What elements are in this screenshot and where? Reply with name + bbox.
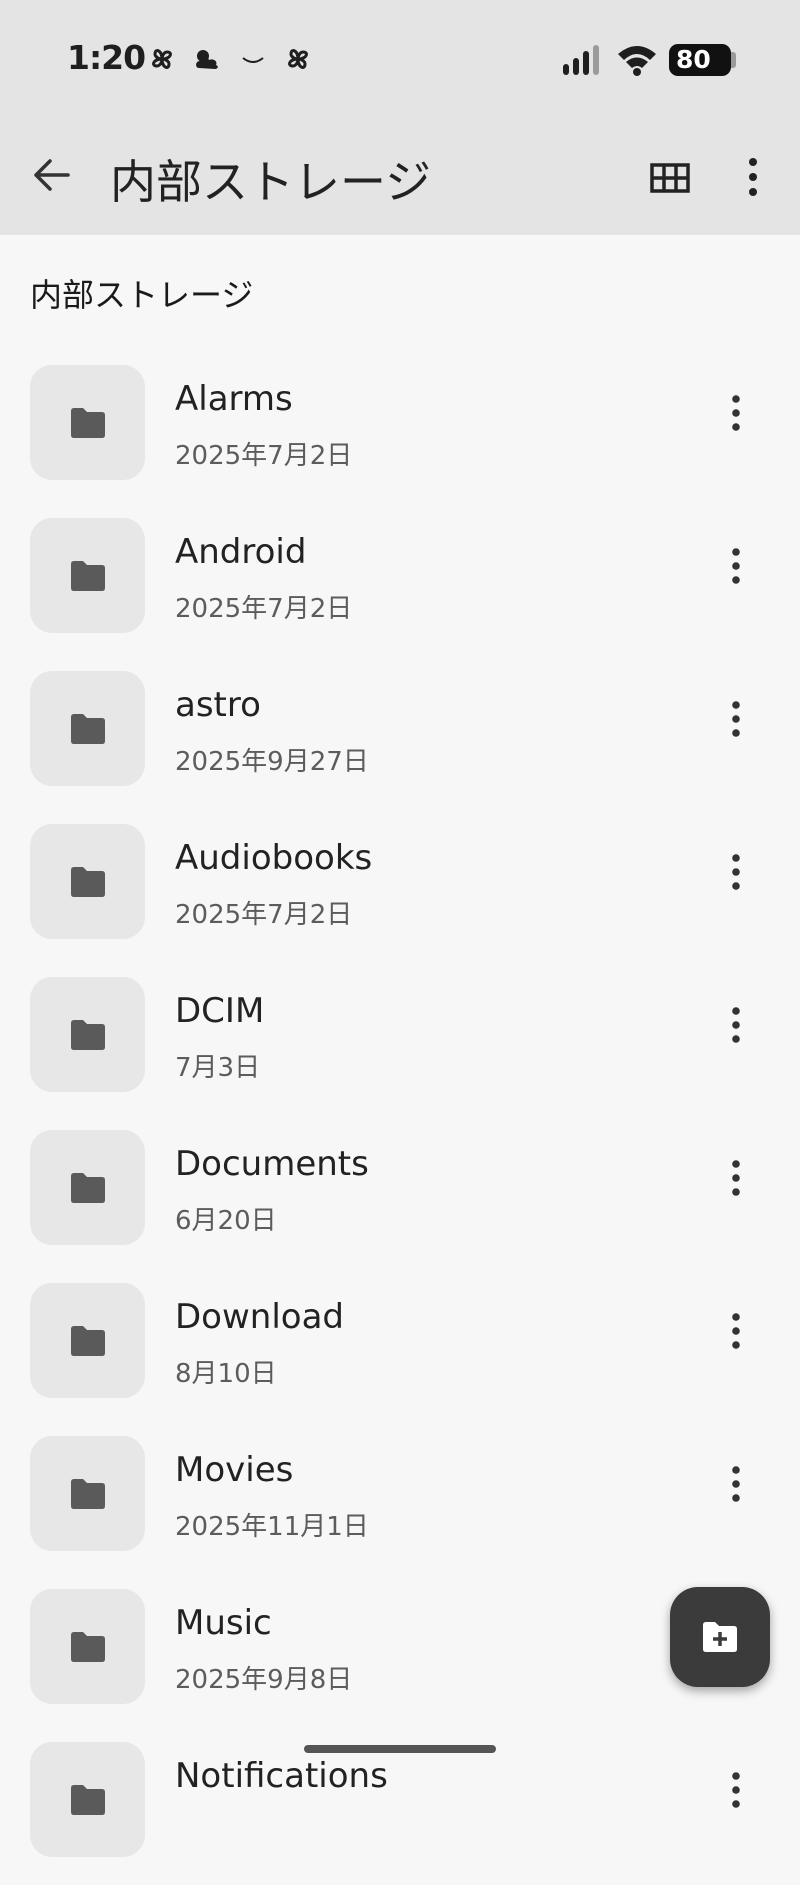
folder-date: 2025年7月2日 (175, 441, 353, 471)
folder-row[interactable]: Download 8月10日 (0, 1273, 800, 1426)
smile-icon (242, 57, 264, 63)
more-vert-icon[interactable] (722, 852, 750, 892)
folder-thumbnail (30, 518, 145, 633)
folder-icon (71, 1479, 105, 1509)
folder-name: Download (175, 1297, 345, 1337)
folder-icon (71, 714, 105, 744)
folder-name: Documents (175, 1144, 369, 1184)
cloud-icon (196, 50, 218, 69)
more-vert-icon[interactable] (733, 154, 773, 200)
folder-icon (71, 1326, 105, 1356)
folder-date: 7月3日 (175, 1053, 261, 1083)
folder-row[interactable]: Documents 6月20日 (0, 1120, 800, 1273)
folder-date: 2025年7月2日 (175, 594, 353, 624)
folder-thumbnail (30, 365, 145, 480)
folder-row[interactable]: Android 2025年7月2日 (0, 508, 800, 661)
folder-date: 2025年9月8日 (175, 1665, 353, 1695)
folder-icon (71, 408, 105, 438)
breadcrumb[interactable]: 内部ストレージ (30, 270, 253, 316)
signal-icon (563, 45, 599, 75)
folder-thumbnail (30, 1283, 145, 1398)
folder-name: Notifications (175, 1756, 388, 1796)
folder-date: 8月10日 (175, 1359, 277, 1389)
folder-icon (71, 1020, 105, 1050)
grid-view-icon[interactable] (648, 156, 692, 200)
more-vert-icon[interactable] (722, 1158, 750, 1198)
folder-name: Movies (175, 1450, 294, 1490)
folder-date: 6月20日 (175, 1206, 277, 1236)
folder-row[interactable]: Notifications (0, 1732, 800, 1885)
folder-name: astro (175, 685, 261, 725)
battery-icon: 80 (669, 44, 731, 76)
battery-level: 80 (676, 45, 711, 74)
folder-icon (71, 867, 105, 897)
folder-thumbnail (30, 977, 145, 1092)
app-bar: 内部ストレージ (0, 120, 800, 235)
folder-thumbnail (30, 1436, 145, 1551)
more-vert-icon[interactable] (722, 1005, 750, 1045)
folder-date: 2025年11月1日 (175, 1512, 369, 1542)
folder-icon (71, 561, 105, 591)
folder-thumbnail (30, 824, 145, 939)
folder-date: 2025年7月2日 (175, 900, 353, 930)
folder-icon (71, 1173, 105, 1203)
pinwheel-icon (288, 49, 308, 69)
more-vert-icon[interactable] (722, 1311, 750, 1351)
pinwheel-icon (152, 49, 172, 69)
folder-row[interactable]: Movies 2025年11月1日 (0, 1426, 800, 1579)
create-folder-icon (703, 1622, 737, 1652)
folder-row[interactable]: Alarms 2025年7月2日 (0, 355, 800, 508)
folder-thumbnail (30, 1589, 145, 1704)
folder-name: Alarms (175, 379, 293, 419)
folder-icon (71, 1632, 105, 1662)
page-title: 内部ストレージ (110, 155, 432, 209)
folder-thumbnail (30, 1742, 145, 1857)
folder-name: Audiobooks (175, 838, 373, 878)
home-indicator[interactable] (304, 1745, 496, 1753)
more-vert-icon[interactable] (722, 1770, 750, 1810)
folder-date: 2025年9月27日 (175, 747, 369, 777)
more-vert-icon[interactable] (722, 1464, 750, 1504)
more-vert-icon[interactable] (722, 699, 750, 739)
battery-tip (731, 52, 736, 68)
folder-row[interactable]: DCIM 7月3日 (0, 967, 800, 1120)
folder-row[interactable]: astro 2025年9月27日 (0, 661, 800, 814)
status-time: 1:20 (67, 38, 146, 77)
folder-thumbnail (30, 1130, 145, 1245)
wifi-icon (618, 46, 656, 76)
status-bar: 1:20 80 (0, 0, 800, 120)
back-arrow-icon[interactable] (28, 152, 74, 198)
folder-name: Android (175, 532, 307, 572)
folder-row[interactable]: Audiobooks 2025年7月2日 (0, 814, 800, 967)
more-vert-icon[interactable] (722, 393, 750, 433)
folder-name: DCIM (175, 991, 265, 1031)
create-folder-button[interactable] (670, 1587, 770, 1687)
folder-name: Music (175, 1603, 272, 1643)
more-vert-icon[interactable] (722, 546, 750, 586)
folder-icon (71, 1785, 105, 1815)
folder-thumbnail (30, 671, 145, 786)
